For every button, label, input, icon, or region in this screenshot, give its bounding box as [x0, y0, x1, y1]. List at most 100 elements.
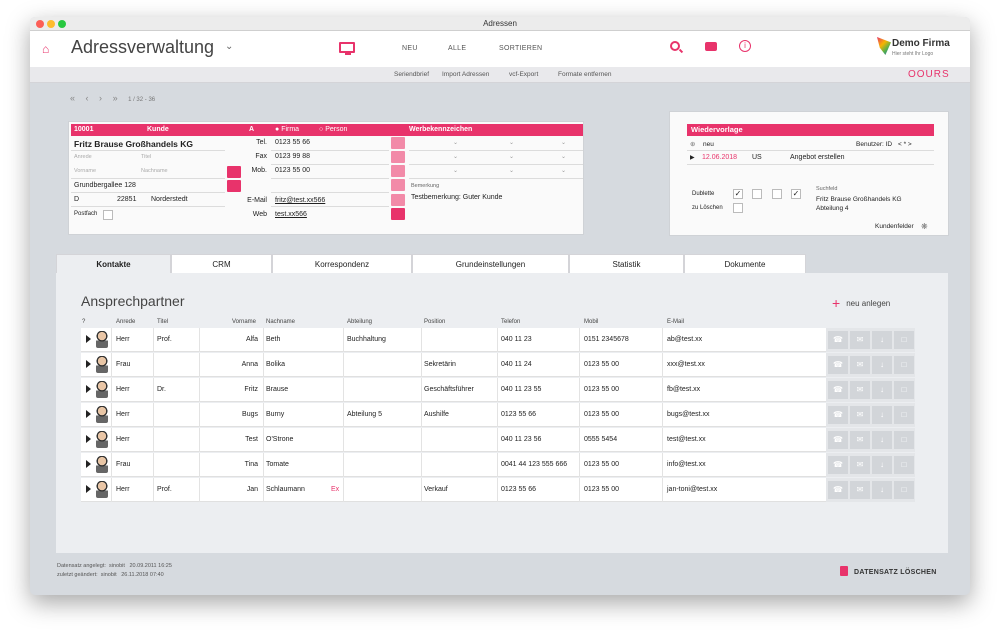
cell-vorname[interactable]: Test [200, 436, 258, 443]
cell-telefon[interactable]: 040 11 24 [501, 361, 532, 368]
mob-field[interactable]: 0123 55 00 [275, 167, 310, 174]
cell-anrede[interactable]: Herr [116, 336, 130, 343]
minimize-window-button[interactable] [47, 20, 55, 28]
trash-icon[interactable]: □ [894, 356, 914, 374]
cell-nachname[interactable]: Tomate [266, 461, 289, 468]
web-field[interactable]: test.xx566 [275, 211, 307, 218]
expand-row-icon[interactable] [86, 460, 91, 468]
cell-vorname[interactable]: Jan [200, 486, 258, 493]
expand-row-icon[interactable] [86, 435, 91, 443]
cell-email[interactable]: xxx@test.xx [667, 361, 705, 368]
radio-firma[interactable]: ● Firma [275, 126, 299, 133]
user-filter-value[interactable]: < * > [898, 141, 912, 148]
cell-titel[interactable]: Prof. [157, 486, 172, 493]
werbe-dropdown[interactable]: ⌄ [509, 153, 514, 160]
fax-icon[interactable] [391, 151, 405, 163]
werbe-dropdown[interactable]: ⌄ [509, 139, 514, 146]
trash-icon[interactable]: □ [894, 406, 914, 424]
close-window-button[interactable] [36, 20, 44, 28]
cell-mobil[interactable]: 0151 2345678 [584, 336, 629, 343]
vorname-field[interactable]: Vorname [74, 168, 96, 174]
column-header[interactable]: Vorname [232, 319, 256, 325]
mail-icon[interactable]: ✉ [850, 431, 870, 449]
cell-mobil[interactable]: 0123 55 00 [584, 486, 619, 493]
cell-email[interactable]: ab@test.xx [667, 336, 702, 343]
cell-email[interactable]: fb@test.xx [667, 386, 700, 393]
cell-position[interactable]: Verkauf [424, 486, 448, 493]
country-field[interactable]: D [74, 196, 79, 203]
abc-select[interactable]: A [249, 126, 254, 133]
cell-nachname[interactable]: Bolika [266, 361, 285, 368]
company-name-field[interactable]: Fritz Brause Großhandels KG [74, 139, 193, 149]
mail-icon[interactable]: ✉ [850, 481, 870, 499]
prev-record-icon[interactable]: ‹ [86, 93, 89, 103]
expand-row-icon[interactable] [86, 385, 91, 393]
person-icon[interactable] [227, 166, 241, 178]
table-row[interactable]: Frau 0041 44 123 555 666 0123 55 00 info@te… [81, 453, 915, 477]
cell-anrede[interactable]: Herr [116, 386, 130, 393]
table-row[interactable]: Herr Prof. Buchhaltung 040 11 23 0151 234567… [81, 328, 915, 352]
cell-mobil[interactable]: 0123 55 00 [584, 411, 619, 418]
werbe-dropdown[interactable]: ⌄ [561, 139, 566, 146]
tab-dokumente[interactable]: Dokumente [684, 254, 806, 274]
zoom-window-button[interactable] [58, 20, 66, 28]
add-followup-icon[interactable]: ⊕ [690, 140, 695, 148]
new-button[interactable]: NEU [402, 45, 418, 52]
expand-row-icon[interactable] [86, 410, 91, 418]
cell-vorname[interactable]: Tina [200, 461, 258, 468]
phone-icon[interactable]: ☎ [828, 431, 848, 449]
new-followup-label[interactable]: neu [703, 141, 714, 148]
street-field[interactable]: Grundbergallee 128 [74, 182, 136, 189]
cell-anrede[interactable]: Herr [116, 436, 130, 443]
trash-icon[interactable]: □ [894, 481, 914, 499]
cell-extra[interactable]: Ex [331, 486, 339, 493]
cell-vorname[interactable]: Bugs [200, 411, 258, 418]
globe-icon[interactable] [391, 208, 405, 220]
cell-nachname[interactable]: Schlaumann [266, 486, 305, 493]
chevron-down-icon[interactable]: ⌄ [225, 41, 233, 52]
cell-telefon[interactable]: 0123 55 66 [501, 486, 536, 493]
column-header[interactable]: Abteilung [347, 319, 372, 325]
cell-vorname[interactable]: Fritz [200, 386, 258, 393]
add-contact-button[interactable]: + neu anlegen [832, 295, 890, 311]
expand-row-icon[interactable] [86, 335, 91, 343]
tab-statistik[interactable]: Statistik [569, 254, 684, 274]
vcf-export-link[interactable]: vcf-Export [509, 71, 538, 78]
cell-telefon[interactable]: 040 11 23 55 [501, 386, 541, 393]
anrede-field[interactable]: Anrede [74, 154, 92, 160]
trash-icon[interactable]: □ [894, 331, 914, 349]
download-icon[interactable]: ↓ [872, 456, 892, 474]
phone-icon[interactable]: ☎ [828, 406, 848, 424]
cell-telefon[interactable]: 0123 55 66 [501, 411, 536, 418]
expand-row-icon[interactable] [86, 360, 91, 368]
location-pin-icon[interactable] [227, 180, 241, 192]
suchfeld-line-1[interactable]: Fritz Brause Großhandels KG [816, 196, 902, 203]
cell-email[interactable]: info@test.xx [667, 461, 706, 468]
tel-field[interactable]: 0123 55 66 [275, 139, 310, 146]
fax-field[interactable]: 0123 99 88 [275, 153, 310, 160]
cell-anrede[interactable]: Herr [116, 486, 130, 493]
cell-anrede[interactable]: Herr [116, 411, 130, 418]
cell-email[interactable]: bugs@test.xx [667, 411, 710, 418]
column-header[interactable]: Telefon [501, 319, 520, 325]
formats-remove-link[interactable]: Formate entfernen [558, 71, 611, 78]
home-icon[interactable]: ⌂ [42, 43, 54, 55]
cell-nachname[interactable]: Burny [266, 411, 284, 418]
cell-nachname[interactable]: O'Strone [266, 436, 293, 443]
table-row[interactable]: Frau Sekretärin 040 11 24 0123 55 00 xxx@tes… [81, 353, 915, 377]
titel-field[interactable]: Titel [141, 154, 151, 160]
mail-icon[interactable]: ✉ [850, 456, 870, 474]
werbe-dropdown[interactable]: ⌄ [509, 167, 514, 174]
werbe-dropdown[interactable]: ⌄ [453, 167, 458, 174]
download-icon[interactable]: ↓ [872, 431, 892, 449]
cell-nachname[interactable]: Beth [266, 336, 280, 343]
dublette-checkbox-4[interactable]: ✓ [791, 189, 801, 199]
suchfeld-line-2[interactable]: Abteilung 4 [816, 205, 849, 212]
werbe-dropdown[interactable]: ⌄ [453, 139, 458, 146]
phone-icon[interactable]: ☎ [828, 381, 848, 399]
cell-mobil[interactable]: 0123 55 00 [584, 386, 619, 393]
dublette-checkbox-2[interactable] [752, 189, 762, 199]
mail-icon[interactable]: ✉ [850, 331, 870, 349]
followup-task[interactable]: Angebot erstellen [790, 154, 844, 161]
phone-icon[interactable] [391, 137, 405, 149]
